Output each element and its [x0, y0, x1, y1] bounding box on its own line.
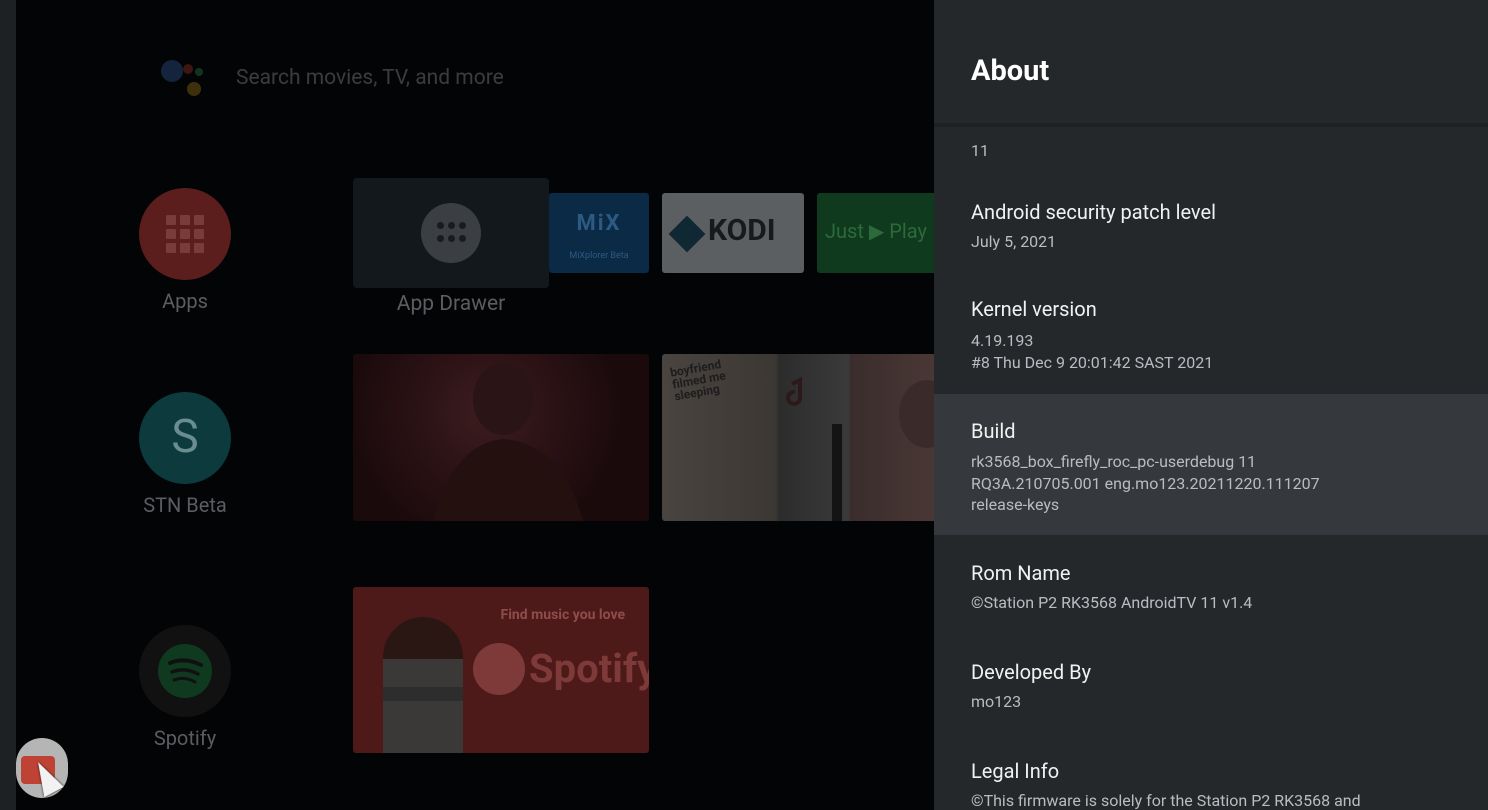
item-summary: mo123	[971, 692, 1022, 711]
google-assistant-icon[interactable]	[161, 58, 207, 102]
mixplorer-logo-text: MiX	[576, 211, 622, 236]
mixplorer-subtitle: MiXplorer Beta	[569, 251, 629, 261]
kernel-version-item[interactable]: Kernel version 4.19.193 #8 Thu Dec 9 20:…	[934, 287, 1488, 387]
apps-button[interactable]	[139, 188, 231, 280]
stn-beta-app-icon[interactable]: S	[139, 392, 231, 484]
video-thumbnail-1[interactable]	[353, 354, 649, 521]
security-patch-item[interactable]: Android security patch level July 5, 202…	[934, 188, 1488, 278]
mixplorer-app-card[interactable]: MiX MiXplorer Beta	[549, 193, 649, 273]
item-summary: ©Station P2 RK3568 AndroidTV 11 v1.4	[971, 593, 1253, 612]
item-title: Kernel version	[971, 297, 1097, 321]
video-thumbnail-2[interactable]: boyfriend filmed me sleeping	[662, 354, 934, 521]
spotify-promo-card[interactable]: Find music you love Spotify	[353, 587, 649, 753]
spotify-label: Spotify	[153, 726, 217, 750]
left-edge-strip	[0, 0, 16, 810]
item-title: Rom Name	[971, 561, 1071, 585]
app-drawer-card[interactable]	[353, 178, 549, 288]
item-title: Build	[971, 419, 1016, 443]
item-summary: 4.19.193 #8 Thu Dec 9 20:01:42 SAST 2021	[971, 331, 1214, 372]
tv-launcher-background: Search movies, TV, and more Apps S STN B…	[16, 0, 934, 810]
stn-letter: S	[171, 410, 199, 464]
item-summary: 11	[971, 141, 989, 160]
panel-header: About	[934, 0, 1488, 123]
item-summary: July 5, 2021	[971, 232, 1057, 251]
item-title: Developed By	[971, 660, 1092, 684]
build-item-selected[interactable]: Build rk3568_box_firefly_roc_pc-userdebu…	[934, 394, 1488, 535]
spotify-logo-icon	[473, 643, 525, 695]
grid-icon	[166, 215, 204, 253]
rom-name-item[interactable]: Rom Name ©Station P2 RK3568 AndroidTV 11…	[934, 550, 1488, 640]
person-silhouette-image	[433, 363, 583, 521]
page-title: About	[971, 54, 1050, 88]
dancing-woman-image	[383, 617, 463, 753]
kodi-logo-icon	[668, 215, 706, 253]
spotify-app-icon[interactable]	[139, 625, 231, 717]
header-divider	[934, 123, 1488, 127]
app-drawer-label: App Drawer	[396, 292, 506, 316]
kodi-label: KODI	[708, 213, 776, 248]
just-play-app-card[interactable]: Just ▶ Play	[817, 193, 934, 273]
item-title: Android security patch level	[971, 200, 1216, 224]
legal-info-item[interactable]: Legal Info ©This firmware is solely for …	[934, 750, 1488, 810]
item-summary: rk3568_box_firefly_roc_pc-userdebug 11 R…	[971, 452, 1320, 514]
item-summary: ©This firmware is solely for the Station…	[971, 791, 1361, 810]
spotify-wordmark: Spotify	[529, 645, 649, 692]
just-play-label: Just ▶ Play	[825, 219, 927, 243]
apps-label: Apps	[162, 289, 208, 313]
developed-by-item[interactable]: Developed By mo123	[934, 650, 1488, 740]
kodi-app-card[interactable]: KODI	[662, 193, 804, 273]
spotify-icon	[158, 644, 212, 698]
about-settings-panel: About 11 Android security patch level Ju…	[934, 0, 1488, 810]
spotify-tagline: Find music you love	[500, 607, 625, 623]
stn-beta-label: STN Beta	[143, 493, 227, 517]
item-title: Legal Info	[971, 759, 1060, 783]
search-bar[interactable]: Search movies, TV, and more	[236, 66, 504, 90]
more-dots-icon	[421, 203, 481, 263]
